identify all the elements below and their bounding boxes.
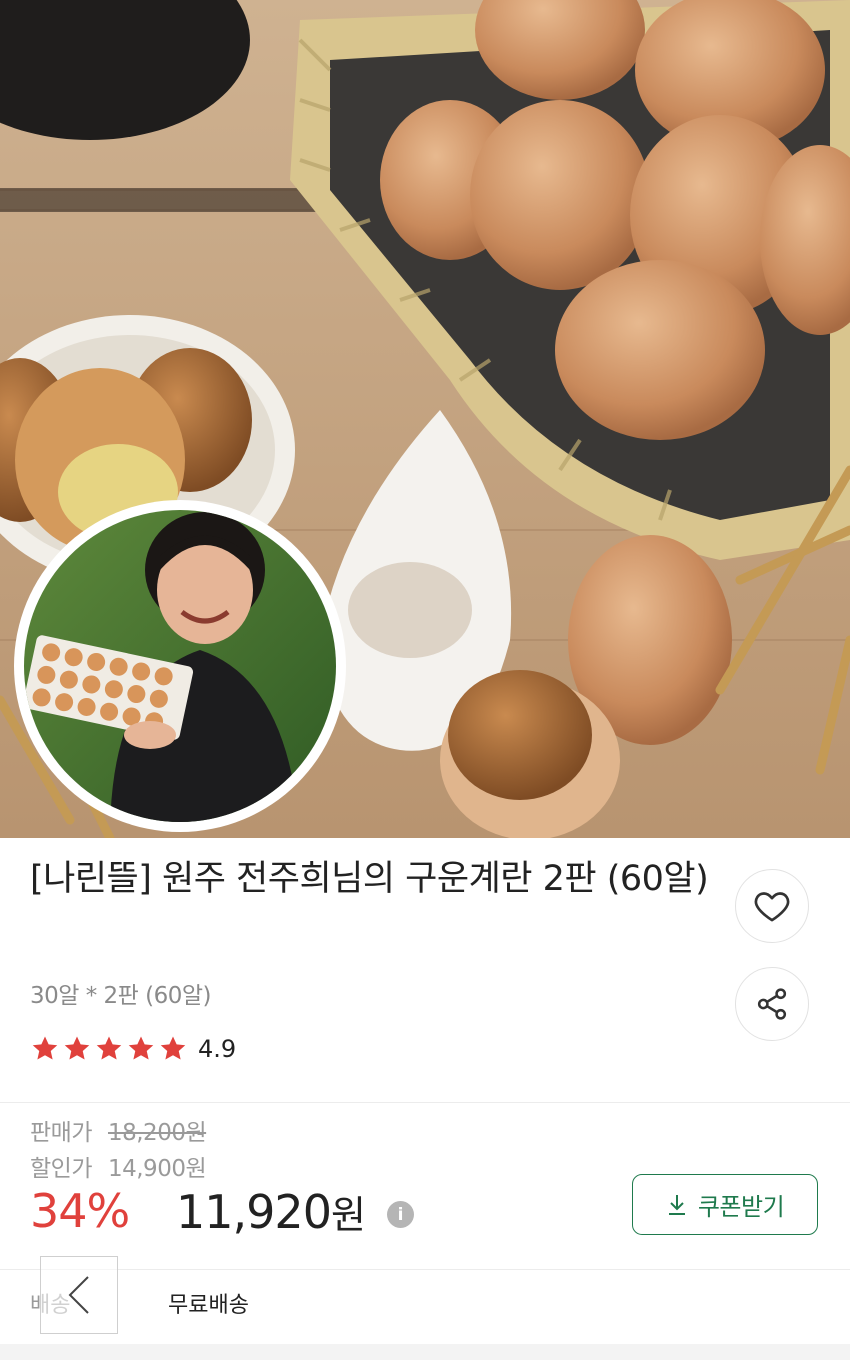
- shipping-value: 무료배송: [168, 1293, 249, 1318]
- final-price: 11,920원: [176, 1184, 366, 1239]
- star-icon: [96, 1036, 122, 1060]
- discount-price-row: 할인가 14,900원: [30, 1149, 207, 1183]
- product-hero-image: [0, 0, 850, 838]
- sale-price-label: 판매가: [30, 1120, 92, 1146]
- download-icon: [668, 1194, 685, 1215]
- back-button[interactable]: [40, 1256, 118, 1334]
- sale-price-row: 판매가 18,200원: [30, 1113, 207, 1147]
- final-price-amount: 11,920: [176, 1185, 332, 1239]
- heart-icon: [754, 892, 790, 922]
- section-divider: [0, 1102, 850, 1103]
- product-title: [나린뜰] 원주 전주희님의 구운계란 2판 (60알): [30, 859, 709, 899]
- share-icon: [757, 988, 787, 1020]
- chevron-left-icon: [68, 1276, 89, 1314]
- rating-value: 4.9: [198, 1035, 237, 1063]
- coupon-button-label: 쿠폰받기: [697, 1193, 785, 1221]
- product-option: 30알 * 2판 (60알): [30, 983, 212, 1009]
- star-icon: [64, 1036, 90, 1060]
- original-price: 18,200원: [107, 1120, 207, 1146]
- star-icon: [160, 1036, 186, 1060]
- section-divider: [0, 1269, 850, 1270]
- wishlist-button[interactable]: [735, 869, 809, 943]
- share-button[interactable]: [735, 967, 809, 1041]
- bottom-bar: [0, 1344, 850, 1360]
- star-icon: [128, 1036, 154, 1060]
- discount-rate: 34%: [30, 1184, 130, 1238]
- star-icon: [32, 1036, 58, 1060]
- coupon-download-button[interactable]: 쿠폰받기: [632, 1174, 818, 1235]
- info-icon[interactable]: i: [387, 1201, 414, 1228]
- final-price-unit: 원: [330, 1193, 366, 1237]
- discount-price: 14,900원: [107, 1156, 207, 1182]
- discount-price-label: 할인가: [30, 1156, 92, 1182]
- product-rating: 4.9: [30, 1034, 236, 1064]
- rating-stars: [30, 1034, 188, 1064]
